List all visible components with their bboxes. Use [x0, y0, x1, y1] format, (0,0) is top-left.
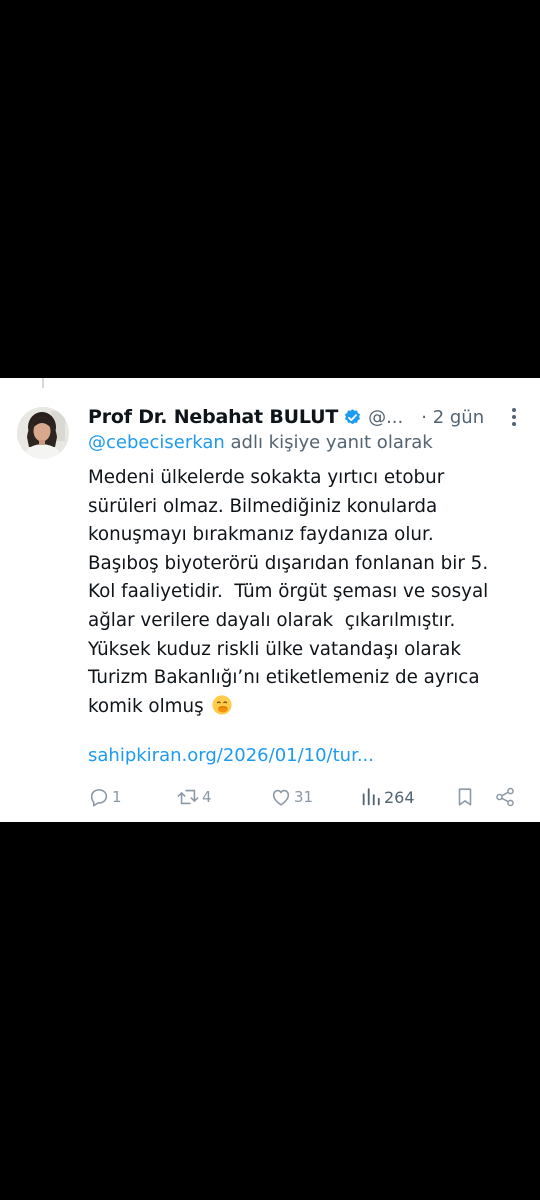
like-button[interactable]: 31 — [270, 783, 313, 811]
tweet-text-line: sürüleri olmaz. Bilmediğiniz konularda — [88, 495, 438, 517]
tweet-text-line: Başıboş biyoterörü dışarıdan fonlanan bi… — [88, 552, 489, 574]
reply-context-label: adlı kişiye yanıt olarak — [224, 432, 433, 453]
reply-context: @cebeciserkan adlı kişiye yanıt olarak — [88, 432, 433, 453]
avatar-image — [17, 407, 69, 459]
share-button[interactable] — [494, 783, 516, 811]
author-name[interactable]: Prof Dr. Nebahat BULUT — [88, 406, 338, 428]
bookmark-icon — [458, 788, 472, 806]
reply-icon — [90, 789, 108, 807]
top-black-area — [0, 0, 540, 378]
reply-button[interactable]: 1 — [88, 783, 122, 811]
tweet-header: Prof Dr. Nebahat BULUT @... · 2 gün — [88, 402, 528, 432]
tweet-actions-bar: 1 4 31 264 — [88, 783, 528, 811]
reply-count: 1 — [112, 788, 122, 806]
tweet-text-line: konuşmayı bırakmanız faydanıza olur. — [88, 524, 434, 546]
face-with-hand-over-mouth-emoji-icon — [212, 695, 233, 715]
tweet-text-line-last: komik olmuş — [88, 693, 528, 722]
tweet-text-line: Kol faaliyetidir. Tüm örgüt şeması ve so… — [88, 581, 489, 603]
more-icon[interactable] — [505, 406, 523, 428]
retweet-count: 4 — [202, 788, 212, 806]
tweet-text-line: Turizm Bakanlığı’nı etiketlemeniz de ayr… — [88, 667, 480, 689]
tweet-body: Medeni ülkelerde sokakta yırtıcı etobur … — [88, 464, 528, 721]
tweet-text-line: Medeni ülkelerde sokakta yırtıcı etobur — [88, 467, 445, 488]
author-handle[interactable]: @... — [368, 407, 403, 428]
views-icon — [362, 788, 380, 806]
retweet-button[interactable]: 4 — [176, 783, 212, 811]
tweet-text-line-content: komik olmuş — [88, 695, 204, 717]
bottom-black-area — [0, 822, 540, 1200]
verified-badge-icon — [345, 408, 361, 424]
tweet-timestamp[interactable]: · 2 gün — [421, 407, 484, 428]
avatar[interactable] — [17, 407, 69, 459]
like-count: 31 — [294, 788, 314, 806]
tweet-text-line: Yüksek kuduz riskli ülke vatandaşı olara… — [88, 638, 461, 660]
thread-connector-line — [42, 378, 44, 388]
retweet-icon — [177, 789, 199, 805]
views-button[interactable]: 264 — [360, 783, 415, 811]
tweet-text-line: ağlar verilere dayalı olarak çıkarılmışt… — [88, 609, 456, 631]
tweet-link[interactable]: sahipkiran.org/2026/01/10/tur... — [88, 745, 374, 766]
view-count: 264 — [384, 787, 415, 807]
like-icon — [272, 789, 290, 806]
bookmark-button[interactable] — [454, 783, 476, 811]
reply-mention-link[interactable]: @cebeciserkan — [88, 432, 225, 453]
share-icon — [496, 787, 514, 807]
